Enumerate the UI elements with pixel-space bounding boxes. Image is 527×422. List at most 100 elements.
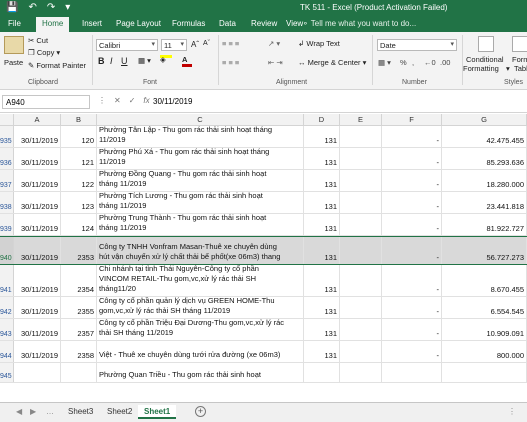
- add-sheet-icon[interactable]: +: [195, 406, 206, 417]
- next-sheet-icon[interactable]: ▶: [30, 407, 36, 416]
- row-header[interactable]: 937: [0, 170, 14, 191]
- tab-view[interactable]: View: [286, 19, 303, 28]
- cell-f[interactable]: -: [382, 170, 442, 191]
- cell-e[interactable]: [340, 319, 382, 340]
- decrease-decimal-icon[interactable]: .00: [440, 58, 450, 67]
- cell-e[interactable]: [340, 363, 382, 382]
- cell-b[interactable]: [61, 363, 97, 382]
- cell-e[interactable]: [340, 297, 382, 318]
- select-all-corner[interactable]: [0, 114, 14, 126]
- cell-a[interactable]: 30/11/2019: [14, 237, 61, 264]
- cell-c[interactable]: Phường Đồng Quang - Thu gom rác thải sin…: [97, 170, 304, 191]
- cell-e[interactable]: [340, 148, 382, 169]
- name-box[interactable]: A940: [2, 95, 90, 109]
- row-header[interactable]: 945: [0, 363, 14, 382]
- cell-e[interactable]: [340, 265, 382, 296]
- tab-file[interactable]: File: [8, 19, 21, 28]
- cell-g[interactable]: 23.441.818: [442, 192, 527, 213]
- underline-button[interactable]: U: [121, 56, 128, 66]
- italic-button[interactable]: I: [110, 56, 113, 66]
- column-header-g[interactable]: G: [442, 114, 527, 126]
- cell-c[interactable]: Công ty cổ phần Triệu Đại Dương-Thu gom,…: [97, 319, 304, 340]
- column-header-a[interactable]: A: [14, 114, 61, 126]
- cell-b[interactable]: 120: [61, 126, 97, 147]
- cell-c[interactable]: Phường Quan Triều - Thu gom rác thải sin…: [97, 363, 304, 382]
- align-left-icon[interactable]: ≡ ≡ ≡: [222, 58, 239, 67]
- cell-c[interactable]: Phường Phú Xá - Thu gom rác thải sinh ho…: [97, 148, 304, 169]
- cell-a[interactable]: 30/11/2019: [14, 214, 61, 235]
- row-header[interactable]: 942: [0, 297, 14, 318]
- cell-c[interactable]: Phường Tích Lương - Thu gom rác thải sin…: [97, 192, 304, 213]
- cell-a[interactable]: 30/11/2019: [14, 148, 61, 169]
- cell-a[interactable]: 30/11/2019: [14, 341, 61, 362]
- column-header-d[interactable]: D: [304, 114, 340, 126]
- cell-b[interactable]: 122: [61, 170, 97, 191]
- top-align-icon[interactable]: ≡ ≡ ≡: [222, 39, 239, 48]
- redo-icon[interactable]: ↷: [47, 2, 55, 13]
- cell-d[interactable]: 131: [304, 297, 340, 318]
- cell-g[interactable]: 18.280.000: [442, 170, 527, 191]
- cell-b[interactable]: 2355: [61, 297, 97, 318]
- cell-b[interactable]: 124: [61, 214, 97, 235]
- row-header[interactable]: 943: [0, 319, 14, 340]
- cell-f[interactable]: -: [382, 237, 442, 264]
- number-format-select[interactable]: Date ▾: [377, 39, 457, 51]
- fill-color-icon[interactable]: ◈: [160, 55, 172, 64]
- cell-g[interactable]: 800.000: [442, 341, 527, 362]
- cell-e[interactable]: [340, 237, 382, 264]
- cell-a[interactable]: 30/11/2019: [14, 170, 61, 191]
- cell-g[interactable]: 56.727.273: [442, 237, 527, 264]
- cell-c[interactable]: Chi nhánh tại tỉnh Thái Nguyên-Công ty c…: [97, 265, 304, 296]
- cell-c[interactable]: Công ty cổ phần quản lý dịch vụ GREEN HO…: [97, 297, 304, 318]
- cell-d[interactable]: 131: [304, 192, 340, 213]
- increase-decimal-icon[interactable]: ←0: [424, 58, 436, 67]
- format-as-table-button-line2[interactable]: Table: [514, 64, 527, 73]
- sheet-tab-sheet3[interactable]: Sheet3: [62, 405, 99, 419]
- previous-sheet-icon[interactable]: ◀: [16, 407, 22, 416]
- cell-f[interactable]: [382, 363, 442, 382]
- percent-icon[interactable]: %: [400, 58, 407, 67]
- cell-g[interactable]: 81.922.727: [442, 214, 527, 235]
- cell-c[interactable]: Phường Trung Thành - Thu gom rác thải si…: [97, 214, 304, 235]
- cell-g[interactable]: [442, 363, 527, 382]
- row-header[interactable]: 935: [0, 126, 14, 147]
- conditional-formatting-icon[interactable]: [478, 36, 494, 52]
- more-options-icon[interactable]: ⋮: [98, 96, 106, 105]
- copy-button[interactable]: ❐ Copy ▾: [28, 48, 60, 57]
- cell-f[interactable]: -: [382, 297, 442, 318]
- formula-input[interactable]: 30/11/2019: [150, 95, 195, 108]
- cell-a[interactable]: [14, 363, 61, 382]
- cell-d[interactable]: 131: [304, 214, 340, 235]
- paste-icon[interactable]: [4, 36, 24, 54]
- cell-e[interactable]: [340, 341, 382, 362]
- tab-data[interactable]: Data: [219, 19, 236, 28]
- enter-icon[interactable]: ✓: [129, 96, 136, 105]
- undo-icon[interactable]: ↶: [28, 2, 36, 13]
- cut-button[interactable]: ✂ Cut: [28, 36, 48, 45]
- sheet-tab-sheet2[interactable]: Sheet2: [101, 405, 138, 419]
- cell-f[interactable]: -: [382, 319, 442, 340]
- save-icon[interactable]: 💾: [6, 2, 18, 13]
- cell-e[interactable]: [340, 170, 382, 191]
- row-header[interactable]: 941: [0, 265, 14, 296]
- tell-me-search[interactable]: ⚬ Tell me what you want to do...: [302, 19, 416, 28]
- cell-d[interactable]: 131: [304, 170, 340, 191]
- cell-c[interactable]: Công ty TNHH Vonfram Masan-Thuê xe chuyê…: [97, 237, 304, 264]
- cell-a[interactable]: 30/11/2019: [14, 192, 61, 213]
- cell-c[interactable]: Phường Tân Lập - Thu gom rác thải sinh h…: [97, 126, 304, 147]
- paste-button[interactable]: Paste: [4, 58, 23, 67]
- cell-g[interactable]: 6.554.545: [442, 297, 527, 318]
- row-header[interactable]: 944: [0, 341, 14, 362]
- column-header-b[interactable]: B: [61, 114, 97, 126]
- format-as-table-icon[interactable]: [512, 36, 527, 52]
- cell-e[interactable]: [340, 192, 382, 213]
- worksheet-grid[interactable]: A B C D E F G 935 30/11/2019 120 Phường Tân…: [0, 114, 527, 402]
- cell-d[interactable]: 131: [304, 265, 340, 296]
- tab-home[interactable]: Home: [36, 17, 70, 32]
- cell-f[interactable]: -: [382, 265, 442, 296]
- cell-b[interactable]: 2353: [61, 237, 97, 264]
- cell-e[interactable]: [340, 214, 382, 235]
- conditional-formatting-button[interactable]: Conditional: [466, 55, 504, 64]
- cell-g[interactable]: 10.909.091: [442, 319, 527, 340]
- borders-icon[interactable]: ▦ ▾: [138, 56, 151, 65]
